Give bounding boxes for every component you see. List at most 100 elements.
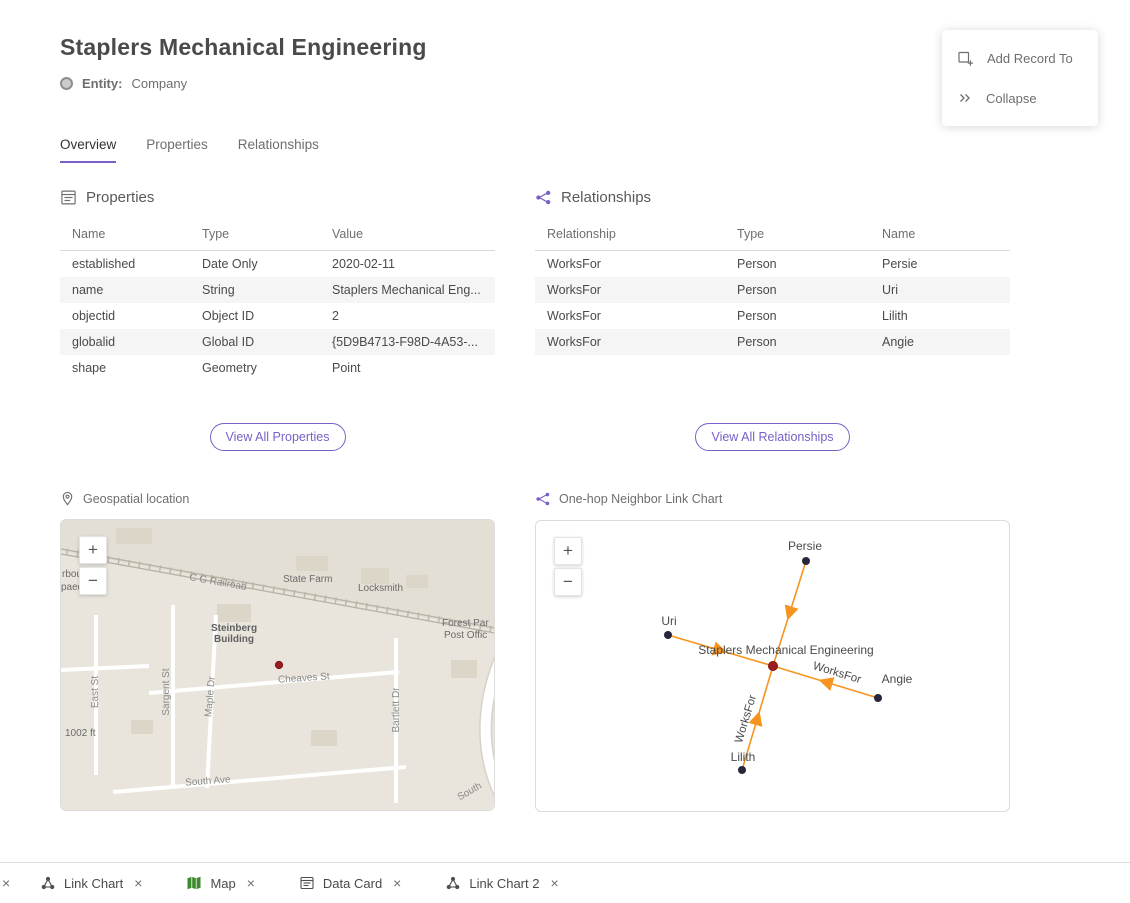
relationship-link[interactable]: WorksFor xyxy=(535,303,725,329)
chart-zoom-controls: + − xyxy=(554,537,582,596)
relationship-link[interactable]: WorksFor xyxy=(535,329,725,355)
map-label-steinberg: Steinberg xyxy=(211,623,257,634)
relationship-link[interactable]: WorksFor xyxy=(535,251,725,278)
col-header-relationship: Relationship xyxy=(535,218,725,251)
bottom-tab-label: Data Card xyxy=(323,876,382,891)
col-header-name: Name xyxy=(870,218,1010,251)
bottom-tab-map[interactable]: Map × xyxy=(186,875,254,891)
property-value: Point xyxy=(320,355,495,381)
tab-overview[interactable]: Overview xyxy=(60,137,116,163)
node-persie[interactable] xyxy=(802,557,810,565)
relationship-type: Person xyxy=(725,303,870,329)
close-icon[interactable]: × xyxy=(247,875,255,891)
relationships-panel: Relationships Relationship Type Name Wor… xyxy=(535,189,1010,451)
zoom-out-button[interactable]: − xyxy=(79,567,107,595)
edge-label-worksfor: WorksFor xyxy=(811,660,862,686)
map-zoom-controls: + − xyxy=(79,536,107,595)
add-record-icon xyxy=(957,50,974,67)
tab-relationships[interactable]: Relationships xyxy=(238,137,319,163)
map-canvas[interactable]: rbour paedics C G Railroad State Farm Lo… xyxy=(61,520,495,811)
table-row: globalid Global ID {5D9B4713-F98D-4A53-.… xyxy=(60,329,495,355)
map-label-locksmith: Locksmith xyxy=(358,583,403,594)
data-card-page: Staplers Mechanical Engineering Entity: … xyxy=(0,0,1130,903)
property-type: String xyxy=(190,277,320,303)
link-chart-title: One-hop Neighbor Link Chart xyxy=(559,492,722,506)
card-tabs: Overview Properties Relationships xyxy=(60,137,1130,163)
property-type: Global ID xyxy=(190,329,320,355)
table-header-row: Name Type Value xyxy=(60,218,495,251)
close-icon[interactable]: × xyxy=(550,875,558,891)
related-entity-link[interactable]: Lilith xyxy=(870,303,1010,329)
map-marker[interactable] xyxy=(275,661,282,668)
bottom-tab-link-chart[interactable]: Link Chart × xyxy=(40,875,142,891)
map-label-forest-park: Forest Par xyxy=(442,618,489,629)
map-panel[interactable]: + − xyxy=(60,519,495,811)
close-icon[interactable]: × xyxy=(134,875,142,891)
property-type: Object ID xyxy=(190,303,320,329)
properties-title: Properties xyxy=(86,189,154,206)
bottom-tab-data-card[interactable]: Data Card × xyxy=(299,875,401,891)
related-entity-link[interactable]: Angie xyxy=(870,329,1010,355)
link-chart-icon xyxy=(535,491,551,507)
partial-tab-close[interactable]: × xyxy=(2,875,10,891)
col-header-type: Type xyxy=(725,218,870,251)
link-chart-panel[interactable]: + − xyxy=(535,520,1010,812)
bottom-tab-label: Link Chart 2 xyxy=(469,876,539,891)
view-all-properties-button[interactable]: View All Properties xyxy=(210,423,346,451)
map-label-steinberg: Building xyxy=(214,634,254,645)
map-icon xyxy=(186,875,202,891)
property-name: name xyxy=(60,277,190,303)
node-uri[interactable] xyxy=(664,631,672,639)
related-entity-link[interactable]: Uri xyxy=(870,277,1010,303)
menu-item-add-record-to[interactable]: Add Record To xyxy=(942,38,1098,78)
property-name: objectid xyxy=(60,303,190,329)
view-all-relationships-button[interactable]: View All Relationships xyxy=(695,423,849,451)
node-lilith[interactable] xyxy=(738,766,746,774)
bottom-tab-label: Map xyxy=(210,876,235,891)
zoom-in-button[interactable]: + xyxy=(554,537,582,565)
table-row: WorksFor Person Persie xyxy=(535,251,1010,278)
entity-type-swatch xyxy=(60,77,73,90)
link-chart-icon xyxy=(40,875,56,891)
relationship-type: Person xyxy=(725,277,870,303)
map-label-east: East St xyxy=(90,676,101,708)
table-row: name String Staplers Mechanical Eng... xyxy=(60,277,495,303)
node-center-company[interactable] xyxy=(769,662,778,671)
tab-strip: × Link Chart × xyxy=(0,862,1130,903)
property-value: 2 xyxy=(320,303,495,329)
bottom-tab-link-chart-2[interactable]: Link Chart 2 × xyxy=(445,875,558,891)
zoom-out-button[interactable]: − xyxy=(554,568,582,596)
tab-properties[interactable]: Properties xyxy=(146,137,208,163)
table-row: established Date Only 2020-02-11 xyxy=(60,251,495,278)
location-pin-icon xyxy=(60,491,75,506)
overview-content: Properties Name Type Value established xyxy=(60,189,1130,812)
property-name: globalid xyxy=(60,329,190,355)
relationships-table: Relationship Type Name WorksFor Person P… xyxy=(535,218,1010,355)
map-label-sargent: Sargent St xyxy=(161,668,172,715)
menu-item-collapse[interactable]: Collapse xyxy=(942,78,1098,118)
relationship-type: Person xyxy=(725,329,870,355)
relationship-link[interactable]: WorksFor xyxy=(535,277,725,303)
node-angie[interactable] xyxy=(874,694,882,702)
property-type: Geometry xyxy=(190,355,320,381)
entity-type-value: Company xyxy=(131,76,187,91)
map-label-state-farm: State Farm xyxy=(283,574,332,585)
property-name: shape xyxy=(60,355,190,381)
link-chart-icon xyxy=(445,875,461,891)
property-value: Staplers Mechanical Eng... xyxy=(320,277,495,303)
property-type: Date Only xyxy=(190,251,320,278)
close-icon[interactable]: × xyxy=(393,875,401,891)
link-chart-canvas[interactable]: WorksFor WorksFor Persie Uri Angie Lilit… xyxy=(536,521,1010,812)
related-entity-link[interactable]: Persie xyxy=(870,251,1010,278)
geospatial-section-header: Geospatial location xyxy=(60,491,495,506)
node-label-persie: Persie xyxy=(788,539,822,553)
context-menu: Add Record To Collapse xyxy=(942,30,1098,126)
col-header-type: Type xyxy=(190,218,320,251)
node-label-lilith: Lilith xyxy=(731,750,756,764)
map-scale-text: 1002 ft xyxy=(65,728,96,739)
property-value: {5D9B4713-F98D-4A53-... xyxy=(320,329,495,355)
table-row: WorksFor Person Uri xyxy=(535,277,1010,303)
table-header-row: Relationship Type Name xyxy=(535,218,1010,251)
zoom-in-button[interactable]: + xyxy=(79,536,107,564)
col-header-name: Name xyxy=(60,218,190,251)
